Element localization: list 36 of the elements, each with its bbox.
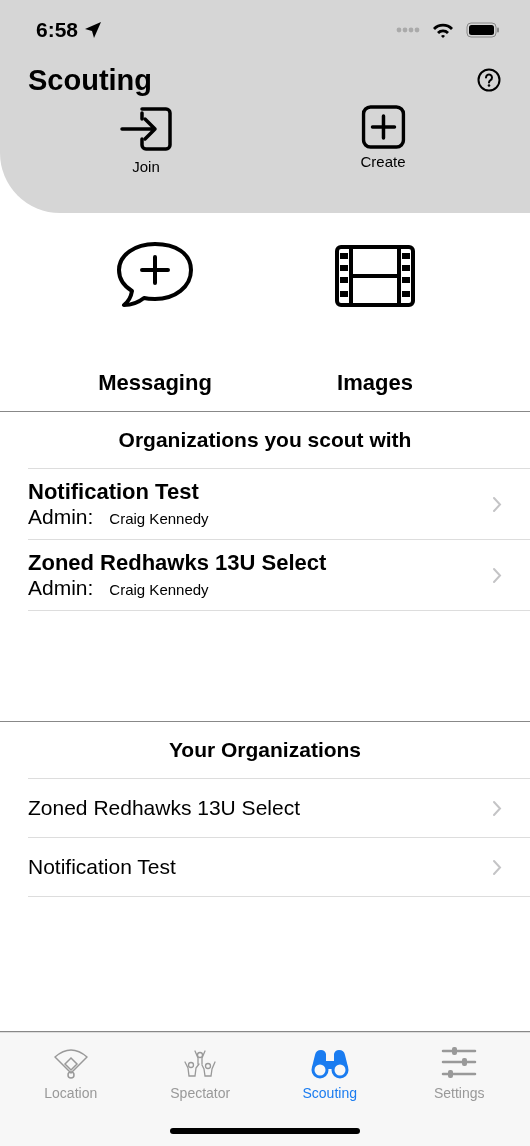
plus-square-icon [361, 105, 405, 149]
organization-name: Zoned Redhawks 13U Select [28, 550, 328, 576]
binoculars-icon [309, 1049, 350, 1079]
chevron-right-icon [492, 495, 502, 513]
organization-name: Zoned Redhawks 13U Select [28, 796, 301, 820]
chevron-right-icon [492, 566, 502, 584]
admin-name: Craig Kennedy [109, 510, 209, 527]
organization-row[interactable]: Zoned Redhawks 13U Select Admin: Craig Kennedy [28, 540, 530, 611]
chevron-right-icon [492, 858, 502, 876]
admin-label: Admin: [28, 576, 94, 600]
sign-in-icon [120, 107, 172, 151]
tab[interactable]: Scouting [265, 1041, 395, 1101]
sliders-icon [441, 1047, 478, 1079]
join-button[interactable]: Join [120, 107, 172, 175]
location-arrow-icon [84, 21, 103, 39]
section-title: Organizations you scout with [118, 428, 412, 452]
organization-row[interactable]: Notification Test [28, 838, 530, 897]
wifi-icon [432, 22, 454, 38]
help-icon[interactable] [477, 68, 501, 92]
organization-row[interactable]: Notification Test Admin: Craig Kennedy [28, 469, 530, 540]
organization-name: Notification Test [28, 479, 200, 505]
battery-icon [466, 22, 500, 38]
organization-row[interactable]: Zoned Redhawks 13U Select [28, 779, 530, 838]
baseball-diamond-icon [52, 1047, 89, 1079]
admin-name: Craig Kennedy [109, 581, 209, 598]
status-time: 6:58 [36, 18, 79, 42]
admin-label: Admin: [28, 505, 94, 529]
messaging-button[interactable]: Messaging [45, 213, 265, 396]
chevron-right-icon [492, 799, 502, 817]
organization-name: Notification Test [28, 855, 177, 879]
film-strip-icon [335, 244, 415, 307]
signal-icon [396, 27, 420, 33]
images-button[interactable]: Images [265, 213, 485, 396]
section-title: Your Organizations [168, 738, 362, 762]
create-button[interactable]: Create [360, 105, 406, 170]
screen-title: Scouting [28, 63, 153, 97]
